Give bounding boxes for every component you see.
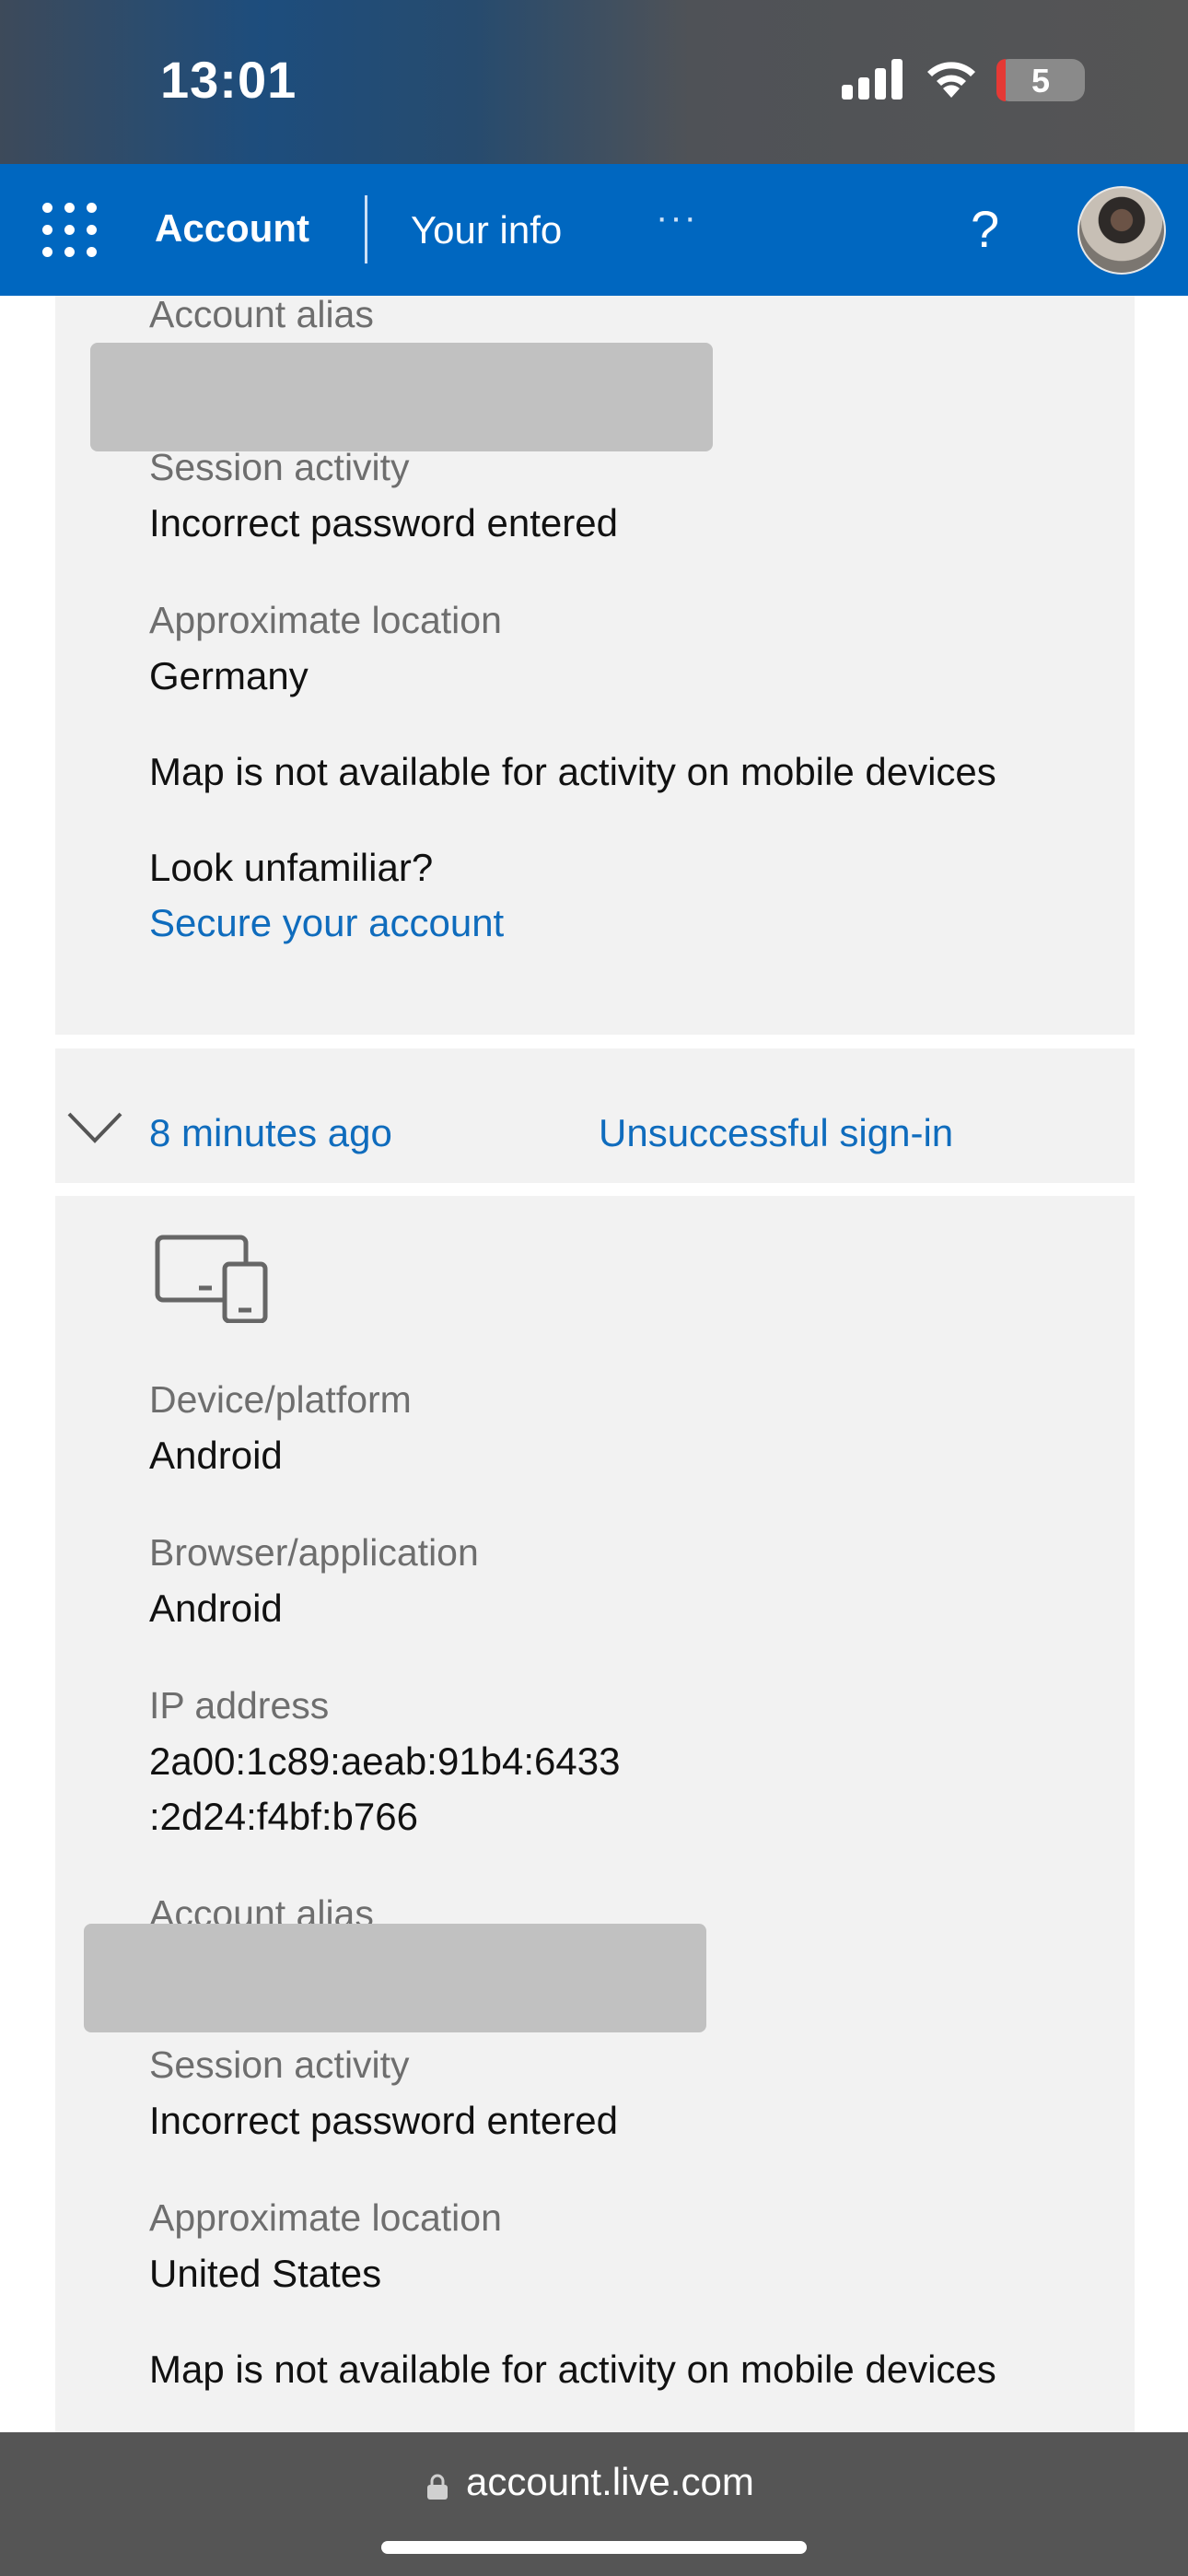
battery-tip <box>1077 72 1083 88</box>
app-launcher-icon[interactable] <box>42 203 98 258</box>
status-bar: 13:01 5 <box>0 0 1188 164</box>
device-platform-value: Android <box>149 1434 283 1477</box>
session-activity-label: Session activity <box>149 2043 410 2086</box>
event-time-ago[interactable]: 8 minutes ago <box>149 1111 392 1155</box>
location-label: Approximate location <box>149 599 502 641</box>
map-note: Map is not available for activity on mob… <box>149 2348 996 2391</box>
status-time: 13:01 <box>160 51 297 109</box>
your-info-tab[interactable]: Your info <box>411 208 562 252</box>
secure-account-link[interactable]: Secure your account <box>149 901 504 945</box>
look-unfamiliar-text: Look unfamiliar? <box>149 846 434 889</box>
device-platform-label: Device/platform <box>149 1378 412 1421</box>
browser-application-value: Android <box>149 1587 283 1630</box>
account-alias-label: Account alias <box>149 293 374 335</box>
help-icon[interactable]: ? <box>971 199 999 259</box>
home-indicator[interactable] <box>381 2541 807 2554</box>
event-status[interactable]: Unsuccessful sign-in <box>599 1111 953 1155</box>
session-activity-value: Incorrect password entered <box>149 2099 618 2142</box>
battery-icon: 5 <box>996 59 1085 101</box>
session-activity-label: Session activity <box>149 446 410 488</box>
wifi-icon <box>927 62 975 98</box>
session-activity-value: Incorrect password entered <box>149 501 618 544</box>
account-home-link[interactable]: Account <box>155 206 309 251</box>
location-value: United States <box>149 2252 382 2295</box>
ip-address-line-1: 2a00:1c89:aeab:91b4:6433 <box>149 1739 621 1783</box>
avatar[interactable] <box>1077 186 1166 275</box>
location-value: Germany <box>149 654 309 697</box>
location-label: Approximate location <box>149 2196 502 2239</box>
header-divider <box>365 195 367 263</box>
url-text[interactable]: account.live.com <box>466 2460 754 2504</box>
ip-address-label: IP address <box>149 1684 330 1727</box>
redacted-alias <box>84 1924 706 2032</box>
cellular-signal-icon <box>842 59 903 100</box>
browser-application-label: Browser/application <box>149 1531 479 1574</box>
lock-icon <box>427 2474 448 2500</box>
ip-address-line-2: :2d24:f4bf:b766 <box>149 1795 418 1838</box>
device-platform-icon <box>155 1235 268 1323</box>
browser-url-bar[interactable]: account.live.com <box>0 2432 1188 2576</box>
redacted-alias <box>90 343 713 451</box>
map-note: Map is not available for activity on mob… <box>149 750 996 793</box>
battery-level: 5 <box>1031 62 1051 100</box>
chevron-down-icon[interactable] <box>66 1109 123 1146</box>
more-menu-button[interactable]: ··· <box>656 197 698 239</box>
app-header: Account Your info ··· ? <box>0 164 1188 296</box>
